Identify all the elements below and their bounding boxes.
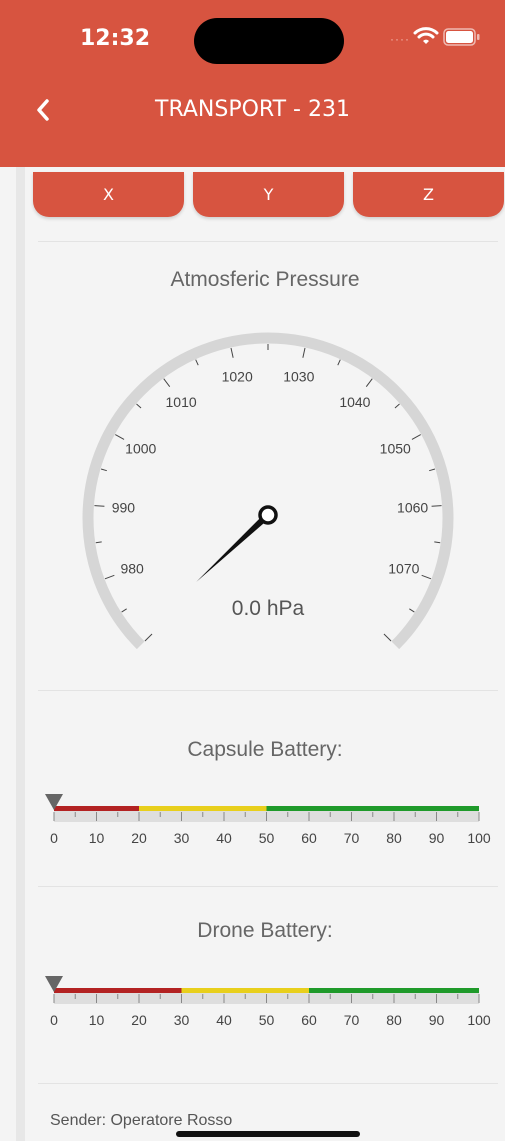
scale-tick-label: 0 xyxy=(50,1012,58,1028)
scroll-side-bar xyxy=(16,167,25,1141)
gauge-tick xyxy=(121,608,127,613)
home-indicator xyxy=(176,1131,360,1137)
scale-tick-label: 20 xyxy=(131,830,147,846)
gauge-readout: 0.0 hPa xyxy=(232,597,305,620)
axis-y-button[interactable]: Y xyxy=(193,172,344,217)
camera-notch xyxy=(194,18,344,64)
divider xyxy=(38,690,498,691)
scale-range xyxy=(181,988,309,993)
gauge-tick-label: 980 xyxy=(120,561,144,577)
gauge-tick xyxy=(383,633,392,642)
scale-range xyxy=(309,988,479,993)
scale-range xyxy=(54,806,139,811)
gauge-tick xyxy=(365,378,373,388)
scale-tick-label: 50 xyxy=(259,1012,275,1028)
gauge-tick xyxy=(100,468,107,472)
status-time: 12:32 xyxy=(80,26,151,51)
scale-tick-label: 80 xyxy=(386,830,402,846)
scale-range xyxy=(139,806,267,811)
gauge-tick xyxy=(421,574,432,580)
scale-tick-label: 100 xyxy=(467,1012,491,1028)
gauge-tick xyxy=(429,468,436,472)
scale-tick-label: 0 xyxy=(50,830,58,846)
scale-pointer xyxy=(45,794,63,810)
gauge-tick xyxy=(94,505,105,507)
gauge-tick-label: 1050 xyxy=(380,441,411,457)
scale-tick-label: 30 xyxy=(174,1012,190,1028)
gauge-tick xyxy=(431,505,442,507)
gauge-needle-hub xyxy=(258,505,278,525)
battery-icon xyxy=(443,28,480,46)
sender-label: Sender: Operatore Rosso xyxy=(50,1112,233,1129)
scale-tick-label: 70 xyxy=(344,1012,360,1028)
scale-tick-label: 100 xyxy=(467,830,491,846)
wifi-icon xyxy=(413,27,439,44)
scale-tick-label: 60 xyxy=(301,830,317,846)
scale-tick-label: 10 xyxy=(89,1012,105,1028)
cellular-signal-icon: ···· xyxy=(390,32,410,46)
axis-x-button[interactable]: X xyxy=(33,172,184,217)
scale-range xyxy=(266,806,479,811)
gauge-tick-label: 1010 xyxy=(166,394,197,410)
capsule-battery-title: Capsule Battery: xyxy=(187,738,343,761)
scale-track xyxy=(54,806,479,822)
gauge-tick xyxy=(409,608,415,613)
scale-tick-label: 30 xyxy=(174,830,190,846)
gauge-tick xyxy=(411,434,421,440)
divider xyxy=(38,886,498,887)
gauge-tick xyxy=(115,434,125,440)
gauge-tick xyxy=(230,347,234,358)
gauge-tick-label: 1040 xyxy=(339,394,370,410)
gauge-tick-label: 1030 xyxy=(283,368,314,384)
gauge-tick-label: 1020 xyxy=(222,368,253,384)
scale-tick-label: 90 xyxy=(429,1012,445,1028)
gauge-tick-label: 1060 xyxy=(397,500,428,516)
gauge-tick-label: 1000 xyxy=(125,441,156,457)
gauge-tick xyxy=(434,541,441,544)
gauge-arc xyxy=(82,332,454,650)
scale-tick-label: 50 xyxy=(259,830,275,846)
gauge-tick xyxy=(195,359,199,366)
gauge-tick xyxy=(144,633,153,642)
gauge-tick xyxy=(163,378,171,388)
scale-tick-label: 60 xyxy=(301,1012,317,1028)
gauge-tick-label: 1070 xyxy=(388,561,419,577)
gauge-tick-label: 990 xyxy=(112,500,136,516)
gauge-tick xyxy=(302,347,306,358)
axis-z-button[interactable]: Z xyxy=(353,172,504,217)
scale-tick-label: 70 xyxy=(344,830,360,846)
scale-tick-label: 90 xyxy=(429,830,445,846)
gauge-needle xyxy=(196,512,271,582)
gauge-tick xyxy=(394,403,400,409)
scale-tick-label: 20 xyxy=(131,1012,147,1028)
scale-track xyxy=(54,988,479,1004)
scale-tick-label: 40 xyxy=(216,830,232,846)
gauge-tick xyxy=(337,359,341,366)
gauge-tick xyxy=(136,403,142,409)
page-title: TRANSPORT - 231 xyxy=(155,97,350,122)
divider xyxy=(38,241,498,242)
pressure-gauge-title: Atmosferic Pressure xyxy=(170,268,360,291)
scale-tick-label: 40 xyxy=(216,1012,232,1028)
scale-tick-label: 10 xyxy=(89,830,105,846)
app-header: 12:32 ···· TRANSPORT - 231 xyxy=(0,0,505,167)
scale-range xyxy=(54,988,182,993)
gauge-tick xyxy=(95,541,102,544)
divider xyxy=(38,1083,498,1084)
gauge-tick xyxy=(104,574,115,580)
scale-pointer xyxy=(45,976,63,992)
drone-battery-title: Drone Battery: xyxy=(197,919,333,942)
scale-tick-label: 80 xyxy=(386,1012,402,1028)
